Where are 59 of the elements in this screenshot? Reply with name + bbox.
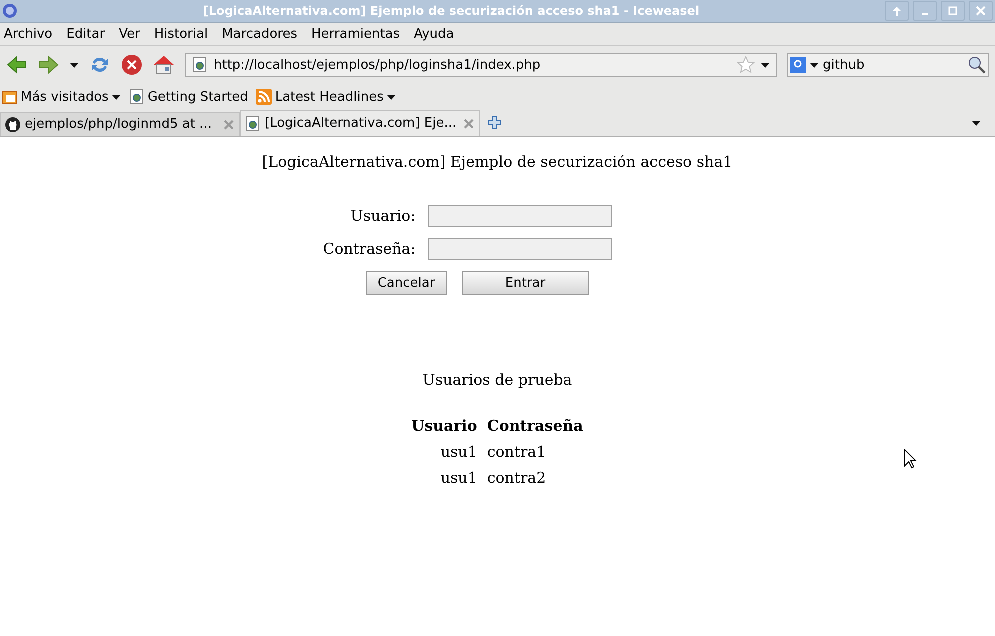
- browser-tab[interactable]: [LogicaAlternativa.com] Eje...: [240, 110, 480, 136]
- search-engine-icon[interactable]: [790, 57, 806, 73]
- home-icon[interactable]: [153, 54, 175, 76]
- table-cell-text: usu1: [440, 443, 478, 461]
- input-field[interactable]: [428, 205, 612, 227]
- mouse-cursor-icon: [904, 449, 918, 469]
- table-cell-text: contra2: [487, 469, 548, 487]
- forward-icon[interactable]: [38, 54, 60, 76]
- url-text: http://localhost/ejemplos/php/loginsha1/index.php: [214, 58, 542, 72]
- feed-icon: [256, 89, 272, 105]
- table-cell-text: usu1: [440, 469, 478, 487]
- bookmark-item[interactable]: Getting Started: [128, 89, 248, 105]
- page-icon: [245, 116, 261, 132]
- bookmark-item[interactable]: Latest Headlines: [256, 89, 396, 105]
- menu-item[interactable]: Ver: [119, 26, 140, 42]
- pin-icon[interactable]: [885, 1, 909, 21]
- minimize-icon[interactable]: [913, 1, 937, 21]
- octocat-icon: [5, 116, 21, 132]
- page-icon: [128, 89, 145, 105]
- menu-item[interactable]: Herramientas: [312, 26, 400, 42]
- address-bar[interactable]: http://localhost/ejemplos/php/loginsha1/index.php: [185, 53, 777, 77]
- stop-icon[interactable]: [121, 54, 143, 76]
- column-header: Contraseña: [487, 417, 584, 435]
- caret-icon[interactable]: [972, 121, 981, 126]
- menu-item[interactable]: Editar: [66, 26, 106, 42]
- bookmark-item[interactable]: Más visitados: [2, 89, 121, 105]
- maximize-icon[interactable]: [941, 1, 965, 21]
- window-title: [LogicaAlternativa.com] Ejemplo de securización acceso sha1 - Iceweasel: [202, 4, 701, 18]
- folder-icon: [2, 89, 18, 105]
- search-text: github: [823, 58, 866, 72]
- field-label: Usuario:: [350, 207, 416, 225]
- search-field[interactable]: github: [787, 53, 989, 77]
- field-label: Contraseña:: [323, 240, 416, 258]
- browser-tab[interactable]: ejemplos/php/loginmd5 at ...: [0, 112, 240, 136]
- caret-icon: [386, 94, 396, 100]
- close-tab-icon[interactable]: [463, 118, 475, 130]
- menu-item[interactable]: Historial: [154, 26, 208, 42]
- column-header: Usuario: [412, 417, 478, 435]
- menu-item[interactable]: Marcadores: [222, 26, 298, 42]
- menu-item[interactable]: Ayuda: [414, 26, 454, 42]
- bookmark-star-icon[interactable]: [737, 56, 755, 74]
- close-tab-icon[interactable]: [223, 118, 235, 130]
- menu-item[interactable]: Archivo: [4, 26, 53, 42]
- page-icon: [192, 57, 208, 73]
- caret-icon[interactable]: [761, 62, 770, 68]
- page-heading: [LogicaAlternativa.com] Ejemplo de securización acceso sha1: [262, 153, 733, 171]
- browser-logo-icon: [2, 3, 18, 19]
- caret-icon[interactable]: [70, 62, 79, 68]
- close-icon[interactable]: [969, 1, 993, 21]
- cancel-button[interactable]: Cancelar: [366, 271, 447, 295]
- submit-button[interactable]: Entrar: [462, 271, 589, 295]
- caret-icon: [112, 94, 121, 100]
- table-cell-text: contra1: [487, 443, 548, 461]
- search-icon[interactable]: [968, 56, 986, 74]
- input-field[interactable]: [428, 238, 612, 260]
- back-icon[interactable]: [6, 54, 28, 76]
- section-title: Usuarios de prueba: [422, 371, 572, 389]
- new-tab-icon[interactable]: [488, 116, 502, 130]
- caret-icon[interactable]: [810, 62, 819, 68]
